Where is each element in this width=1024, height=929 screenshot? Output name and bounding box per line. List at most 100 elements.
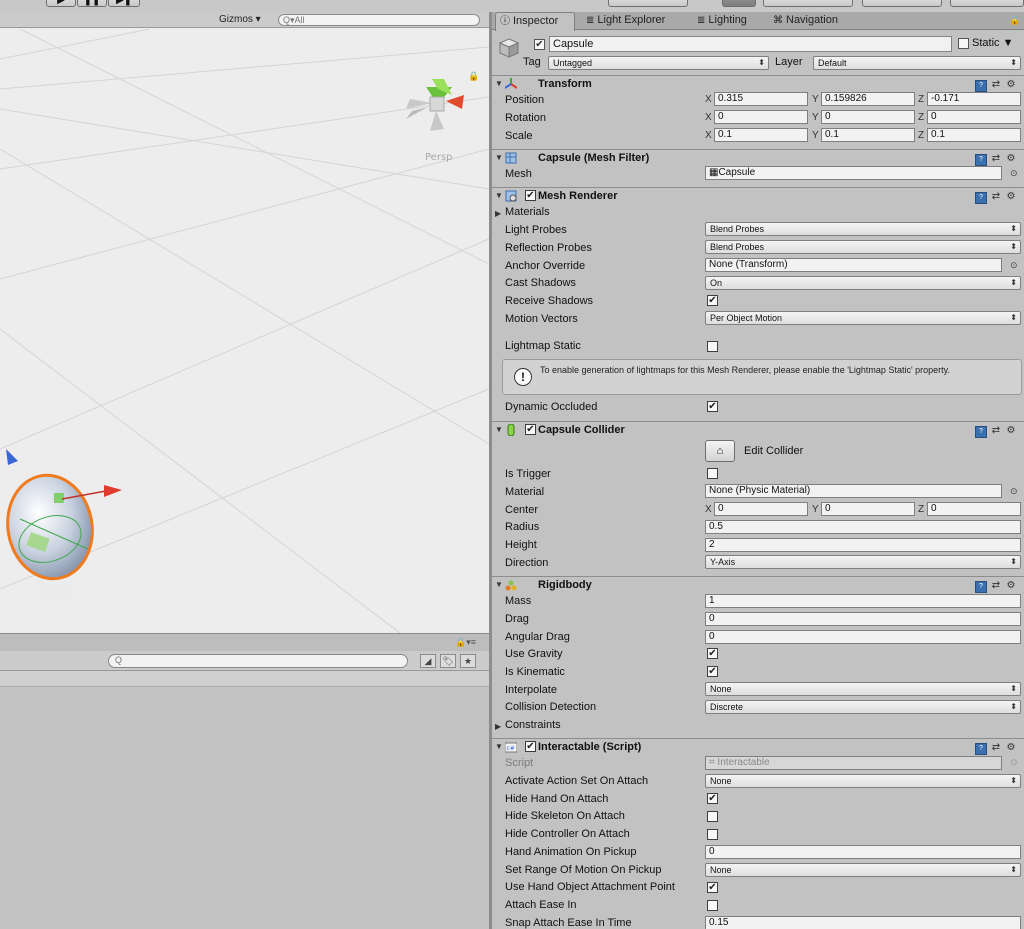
foldout-arrow-icon[interactable]: ▼: [495, 580, 503, 589]
edit-collider-button[interactable]: ⌂: [705, 440, 735, 462]
preset-icon[interactable]: ⇄: [990, 191, 1002, 203]
transform-header[interactable]: ▼ Transform ? ⇄ ⚙: [492, 75, 1024, 92]
position-y-field[interactable]: 0.159826: [821, 92, 915, 106]
mesh-filter-header[interactable]: ▼ Capsule (Mesh Filter) ? ⇄ ⚙: [492, 149, 1024, 166]
favorites-star-icon[interactable]: ★: [460, 654, 476, 668]
constraints-foldout-icon[interactable]: ▶: [495, 722, 501, 731]
interpolate-dropdown[interactable]: None ⬍: [705, 682, 1021, 696]
center-z-field[interactable]: 0: [927, 502, 1021, 516]
object-picker-icon[interactable]: ⊙: [1010, 486, 1018, 497]
help-book-icon[interactable]: ?: [975, 581, 987, 593]
scale-z-field[interactable]: 0.1: [927, 128, 1021, 142]
layer-dropdown[interactable]: Default ⬍: [813, 56, 1021, 70]
account-button[interactable]: [763, 0, 853, 7]
hand-animation-field[interactable]: 0: [705, 845, 1021, 859]
activate-action-set-dropdown[interactable]: None ⬍: [705, 774, 1021, 788]
capsule-object[interactable]: [0, 468, 100, 585]
gear-icon[interactable]: ⚙: [1005, 425, 1017, 437]
mass-field[interactable]: 1: [705, 594, 1021, 608]
reflection-probes-dropdown[interactable]: Blend Probes ⬍: [705, 240, 1021, 254]
direction-dropdown[interactable]: Y-Axis ⬍: [705, 555, 1021, 569]
scale-y-field[interactable]: 0.1: [821, 128, 915, 142]
gear-icon[interactable]: ⚙: [1005, 742, 1017, 754]
hide-hand-checkbox[interactable]: ✔: [707, 793, 718, 804]
scale-x-field[interactable]: 0.1: [714, 128, 808, 142]
collision-detection-dropdown[interactable]: Discrete ⬍: [705, 700, 1021, 714]
persp-label[interactable]: Persp: [425, 152, 453, 163]
use-gravity-checkbox[interactable]: ✔: [707, 648, 718, 659]
mesh-renderer-header[interactable]: ▼ ✔ Mesh Renderer ? ⇄ ⚙: [492, 187, 1024, 204]
hierarchy-search-input[interactable]: Q: [108, 654, 408, 668]
tab-light-explorer[interactable]: ≣ Light Explorer: [582, 12, 682, 30]
materials-label[interactable]: Materials: [505, 206, 550, 218]
dynamic-occluded-checkbox[interactable]: ✔: [707, 401, 718, 412]
light-probes-dropdown[interactable]: Blend Probes ⬍: [705, 222, 1021, 236]
cloud-button[interactable]: [722, 0, 756, 7]
hide-controller-checkbox[interactable]: [707, 829, 718, 840]
help-book-icon[interactable]: ?: [975, 80, 987, 92]
scene-canvas[interactable]: 🔒 Persp: [0, 29, 489, 633]
tab-navigation[interactable]: ⌘ Navigation: [769, 12, 853, 30]
hide-skeleton-checkbox[interactable]: [707, 811, 718, 822]
foldout-arrow-icon[interactable]: ▼: [495, 79, 503, 88]
lightmap-static-checkbox[interactable]: [707, 341, 718, 352]
drag-field[interactable]: 0: [705, 612, 1021, 626]
foldout-arrow-icon[interactable]: ▼: [495, 742, 503, 751]
rotation-y-field[interactable]: 0: [821, 110, 915, 124]
receive-shadows-checkbox[interactable]: ✔: [707, 295, 718, 306]
object-picker-icon[interactable]: ⊙: [1010, 168, 1018, 179]
center-y-field[interactable]: 0: [821, 502, 915, 516]
lock-icon[interactable]: 🔒: [1009, 15, 1020, 26]
capsule-collider-enabled-checkbox[interactable]: ✔: [525, 424, 536, 435]
rotation-z-field[interactable]: 0: [927, 110, 1021, 124]
materials-foldout-icon[interactable]: ▶: [495, 209, 501, 218]
height-field[interactable]: 2: [705, 538, 1021, 552]
is-trigger-checkbox[interactable]: [707, 468, 718, 479]
preset-icon[interactable]: ⇄: [990, 742, 1002, 754]
position-z-field[interactable]: -0.171: [927, 92, 1021, 106]
interactable-script-header[interactable]: ▼ c# ✔ Interactable (Script) ? ⇄ ⚙: [492, 738, 1024, 755]
play-button[interactable]: ▶: [46, 0, 76, 7]
object-picker-icon[interactable]: ⊙: [1010, 260, 1018, 271]
cast-shadows-dropdown[interactable]: On ⬍: [705, 276, 1021, 290]
tag-dropdown[interactable]: Untagged ⬍: [548, 56, 769, 70]
material-object-field[interactable]: None (Physic Material): [705, 484, 1002, 498]
help-book-icon[interactable]: ?: [975, 192, 987, 204]
foldout-arrow-icon[interactable]: ▼: [495, 191, 503, 200]
orientation-gizmo[interactable]: 🔒 Persp: [406, 71, 479, 163]
motion-vectors-dropdown[interactable]: Per Object Motion ⬍: [705, 311, 1021, 325]
attach-ease-in-checkbox[interactable]: [707, 900, 718, 911]
help-book-icon[interactable]: ?: [975, 743, 987, 755]
filter-label-icon[interactable]: 🏷: [440, 654, 456, 668]
constraints-label[interactable]: Constraints: [505, 719, 561, 731]
layers-dropdown[interactable]: [862, 0, 942, 7]
foldout-arrow-icon[interactable]: ▼: [495, 153, 503, 162]
preset-icon[interactable]: ⇄: [990, 580, 1002, 592]
collab-button[interactable]: [608, 0, 688, 7]
gear-icon[interactable]: ⚙: [1005, 153, 1017, 165]
static-checkbox[interactable]: [958, 38, 969, 49]
range-of-motion-dropdown[interactable]: None ⬍: [705, 863, 1021, 877]
gear-icon[interactable]: ⚙: [1005, 191, 1017, 203]
gizmos-dropdown[interactable]: Gizmos ▾: [219, 14, 261, 25]
scene-view[interactable]: Gizmos ▾ Q▾All ▾≡: [0, 12, 489, 633]
is-kinematic-checkbox[interactable]: ✔: [707, 666, 718, 677]
filter-type-icon[interactable]: ◢: [420, 654, 436, 668]
anchor-override-field[interactable]: None (Transform): [705, 258, 1002, 272]
preset-icon[interactable]: ⇄: [990, 153, 1002, 165]
gameobject-active-checkbox[interactable]: ✔: [534, 39, 545, 50]
tab-lighting[interactable]: ≣ Lighting: [693, 12, 763, 30]
gear-icon[interactable]: ⚙: [1005, 580, 1017, 592]
interactable-enabled-checkbox[interactable]: ✔: [525, 741, 536, 752]
radius-field[interactable]: 0.5: [705, 520, 1021, 534]
pause-button[interactable]: ❚❚: [77, 0, 107, 7]
center-x-field[interactable]: 0: [714, 502, 808, 516]
preset-icon[interactable]: ⇄: [990, 425, 1002, 437]
scene-search-input[interactable]: Q▾All: [278, 14, 480, 26]
preset-icon[interactable]: ⇄: [990, 79, 1002, 91]
help-book-icon[interactable]: ?: [975, 154, 987, 166]
snap-ease-time-field[interactable]: 0.15: [705, 916, 1021, 929]
gameobject-name-field[interactable]: Capsule: [549, 36, 952, 52]
position-x-field[interactable]: 0.315: [714, 92, 808, 106]
rigidbody-header[interactable]: ▼ Rigidbody ? ⇄ ⚙: [492, 576, 1024, 593]
